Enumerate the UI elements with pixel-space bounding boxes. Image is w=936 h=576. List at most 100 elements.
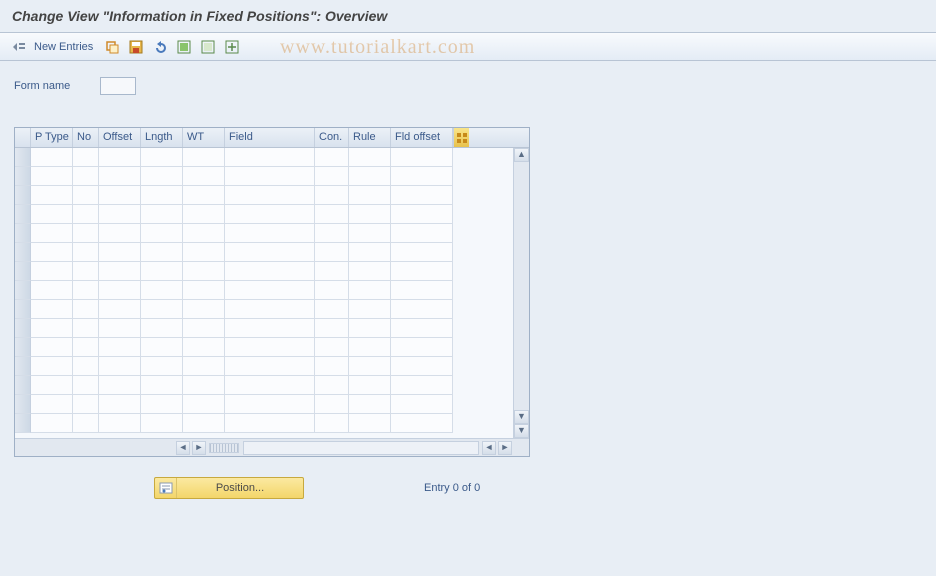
table-cell[interactable] bbox=[315, 338, 349, 357]
table-cell[interactable] bbox=[99, 224, 141, 243]
vertical-scrollbar[interactable]: ▲ ▼ ▼ bbox=[513, 148, 529, 438]
table-cell[interactable] bbox=[183, 243, 225, 262]
table-cell[interactable] bbox=[99, 205, 141, 224]
table-cell[interactable] bbox=[315, 357, 349, 376]
table-cell[interactable] bbox=[315, 167, 349, 186]
table-cell[interactable] bbox=[73, 186, 99, 205]
table-cell[interactable] bbox=[225, 414, 315, 433]
copy-icon[interactable] bbox=[103, 38, 121, 56]
table-cell[interactable] bbox=[183, 205, 225, 224]
row-selector[interactable] bbox=[15, 224, 31, 243]
table-cell[interactable] bbox=[141, 395, 183, 414]
table-cell[interactable] bbox=[391, 205, 453, 224]
table-cell[interactable] bbox=[73, 319, 99, 338]
table-cell[interactable] bbox=[225, 395, 315, 414]
table-cell[interactable] bbox=[73, 281, 99, 300]
table-cell[interactable] bbox=[349, 205, 391, 224]
table-row[interactable] bbox=[15, 205, 529, 224]
table-cell[interactable] bbox=[73, 243, 99, 262]
table-cell[interactable] bbox=[31, 319, 73, 338]
table-cell[interactable] bbox=[391, 319, 453, 338]
col-rule[interactable]: Rule bbox=[349, 128, 391, 147]
table-cell[interactable] bbox=[315, 148, 349, 167]
table-cell[interactable] bbox=[141, 205, 183, 224]
col-ptype[interactable]: P Type bbox=[31, 128, 73, 147]
table-cell[interactable] bbox=[225, 300, 315, 319]
table-cell[interactable] bbox=[183, 414, 225, 433]
row-selector-header[interactable] bbox=[15, 128, 31, 147]
table-cell[interactable] bbox=[391, 281, 453, 300]
table-row[interactable] bbox=[15, 319, 529, 338]
column-resize-handle[interactable] bbox=[209, 443, 239, 453]
table-config-icon[interactable] bbox=[453, 128, 469, 147]
table-cell[interactable] bbox=[73, 205, 99, 224]
table-cell[interactable] bbox=[99, 357, 141, 376]
table-cell[interactable] bbox=[315, 224, 349, 243]
table-cell[interactable] bbox=[31, 167, 73, 186]
table-cell[interactable] bbox=[141, 281, 183, 300]
table-cell[interactable] bbox=[315, 376, 349, 395]
table-cell[interactable] bbox=[73, 300, 99, 319]
table-cell[interactable] bbox=[31, 224, 73, 243]
table-cell[interactable] bbox=[391, 167, 453, 186]
table-cell[interactable] bbox=[73, 262, 99, 281]
table-cell[interactable] bbox=[183, 300, 225, 319]
row-selector[interactable] bbox=[15, 262, 31, 281]
col-field[interactable]: Field bbox=[225, 128, 315, 147]
undo-icon[interactable] bbox=[151, 38, 169, 56]
scroll-track[interactable] bbox=[243, 441, 479, 455]
table-cell[interactable] bbox=[391, 186, 453, 205]
table-cell[interactable] bbox=[349, 414, 391, 433]
table-cell[interactable] bbox=[315, 243, 349, 262]
table-cell[interactable] bbox=[315, 395, 349, 414]
table-cell[interactable] bbox=[141, 148, 183, 167]
scroll-up-icon[interactable]: ▲ bbox=[514, 148, 529, 162]
table-cell[interactable] bbox=[31, 262, 73, 281]
row-selector[interactable] bbox=[15, 243, 31, 262]
table-cell[interactable] bbox=[349, 148, 391, 167]
table-cell[interactable] bbox=[225, 148, 315, 167]
table-row[interactable] bbox=[15, 262, 529, 281]
table-cell[interactable] bbox=[391, 414, 453, 433]
table-cell[interactable] bbox=[73, 148, 99, 167]
table-cell[interactable] bbox=[225, 319, 315, 338]
table-cell[interactable] bbox=[349, 262, 391, 281]
table-cell[interactable] bbox=[73, 357, 99, 376]
table-cell[interactable] bbox=[99, 167, 141, 186]
position-button[interactable]: Position... bbox=[154, 477, 304, 499]
table-cell[interactable] bbox=[349, 376, 391, 395]
table-cell[interactable] bbox=[31, 376, 73, 395]
table-cell[interactable] bbox=[225, 281, 315, 300]
table-cell[interactable] bbox=[99, 281, 141, 300]
table-cell[interactable] bbox=[141, 186, 183, 205]
table-cell[interactable] bbox=[391, 376, 453, 395]
table-row[interactable] bbox=[15, 414, 529, 433]
table-cell[interactable] bbox=[99, 414, 141, 433]
table-row[interactable] bbox=[15, 376, 529, 395]
table-cell[interactable] bbox=[349, 395, 391, 414]
table-cell[interactable] bbox=[73, 167, 99, 186]
row-selector[interactable] bbox=[15, 281, 31, 300]
table-cell[interactable] bbox=[225, 376, 315, 395]
form-name-input[interactable] bbox=[100, 77, 136, 95]
table-cell[interactable] bbox=[31, 281, 73, 300]
scroll-down-icon[interactable]: ▼ bbox=[514, 424, 529, 438]
table-cell[interactable] bbox=[349, 224, 391, 243]
row-selector[interactable] bbox=[15, 205, 31, 224]
table-cell[interactable] bbox=[315, 205, 349, 224]
table-cell[interactable] bbox=[99, 319, 141, 338]
table-row[interactable] bbox=[15, 395, 529, 414]
table-cell[interactable] bbox=[99, 376, 141, 395]
table-row[interactable] bbox=[15, 167, 529, 186]
table-cell[interactable] bbox=[183, 338, 225, 357]
table-cell[interactable] bbox=[391, 262, 453, 281]
table-cell[interactable] bbox=[141, 319, 183, 338]
table-cell[interactable] bbox=[183, 319, 225, 338]
row-selector[interactable] bbox=[15, 376, 31, 395]
table-cell[interactable] bbox=[315, 414, 349, 433]
table-cell[interactable] bbox=[73, 224, 99, 243]
table-cell[interactable] bbox=[315, 281, 349, 300]
table-cell[interactable] bbox=[183, 148, 225, 167]
col-con[interactable]: Con. bbox=[315, 128, 349, 147]
table-cell[interactable] bbox=[141, 243, 183, 262]
